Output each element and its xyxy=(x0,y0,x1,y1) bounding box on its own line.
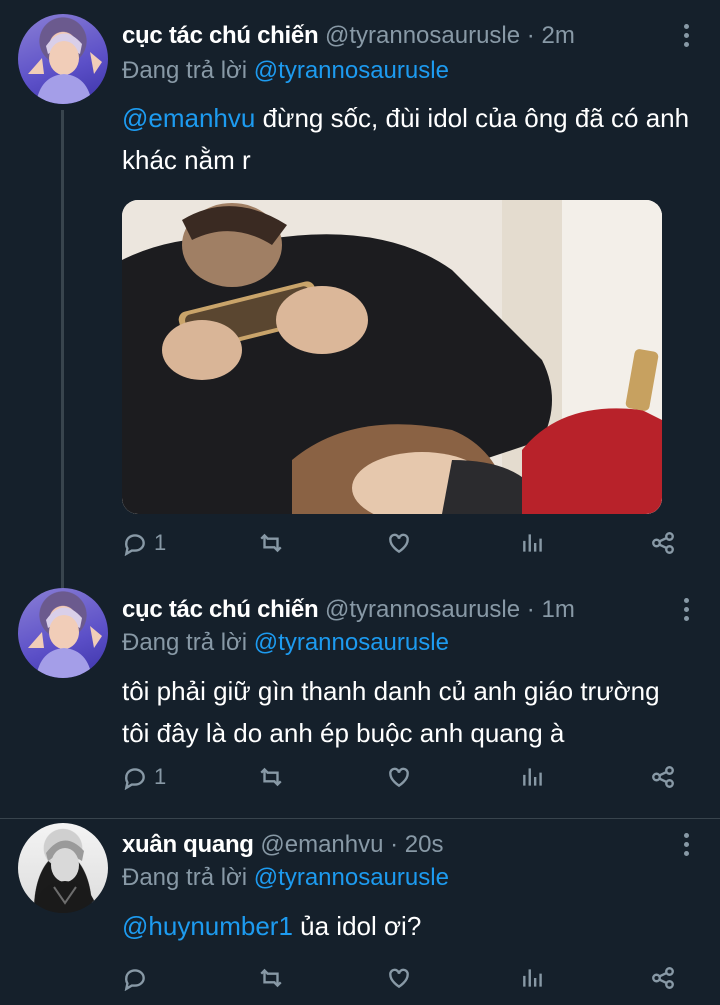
separator-dot: · xyxy=(526,22,535,49)
reply-button[interactable]: 1 xyxy=(122,764,166,790)
analytics-icon xyxy=(523,969,542,987)
retweet-button[interactable] xyxy=(258,764,284,790)
timestamp[interactable]: 2m xyxy=(541,22,574,49)
reply-button[interactable] xyxy=(122,965,148,991)
reply-icon xyxy=(124,768,145,790)
reply-prefix: Đang trả lời xyxy=(122,629,248,656)
retweet-icon xyxy=(260,968,282,988)
tweet-1[interactable]: cục tác chú chiến @tyrannosaurusle · 2m … xyxy=(0,0,720,588)
more-options-icon[interactable] xyxy=(684,598,690,625)
tweet-3[interactable]: xuân quang @emanhvu · 20s Đang trả lời @… xyxy=(0,823,720,1005)
separator-dot: · xyxy=(390,831,399,858)
like-button[interactable] xyxy=(386,965,412,991)
analytics-button[interactable] xyxy=(520,965,546,991)
replying-to: Đang trả lời @tyrannosaurusle xyxy=(122,629,449,657)
mention-link[interactable]: @emanhvu xyxy=(122,103,255,133)
like-button[interactable] xyxy=(386,764,412,790)
share-icon xyxy=(652,766,674,788)
tweet-2[interactable]: cục tác chú chiến @tyrannosaurusle · 1m … xyxy=(0,588,720,820)
user-avatar[interactable] xyxy=(18,14,108,104)
tweet-header: cục tác chú chiến @tyrannosaurusle · 2m xyxy=(122,22,575,50)
tweet-actions: 1 xyxy=(122,764,682,794)
tweet-text: @huynumber1 ủa idol ơi? xyxy=(122,905,692,947)
replying-to: Đang trả lời @tyrannosaurusle xyxy=(122,864,449,892)
avatar-bw-icon xyxy=(32,840,98,913)
user-handle[interactable]: @tyrannosaurusle xyxy=(325,596,520,623)
tweet-body-text: ủa idol ơi? xyxy=(292,911,422,941)
user-handle[interactable]: @emanhvu xyxy=(260,831,383,858)
photo-image xyxy=(122,200,662,514)
tweet-photo[interactable] xyxy=(122,200,662,514)
analytics-button[interactable] xyxy=(520,530,546,556)
tweet-divider xyxy=(0,818,720,819)
reply-button[interactable]: 1 xyxy=(122,530,166,556)
share-button[interactable] xyxy=(650,530,676,556)
heart-icon xyxy=(389,533,409,554)
more-options-icon[interactable] xyxy=(684,24,690,51)
analytics-icon xyxy=(523,768,542,786)
avatar-purple-icon xyxy=(28,33,102,104)
share-icon xyxy=(652,532,674,554)
separator-dot: · xyxy=(526,596,535,623)
share-button[interactable] xyxy=(650,764,676,790)
share-button[interactable] xyxy=(650,965,676,991)
analytics-icon xyxy=(523,534,542,552)
share-icon xyxy=(652,967,674,989)
tweet-actions xyxy=(122,965,682,995)
like-button[interactable] xyxy=(386,530,412,556)
display-name[interactable]: cục tác chú chiến xyxy=(122,22,319,49)
analytics-button[interactable] xyxy=(520,764,546,790)
heart-icon xyxy=(389,767,409,788)
reply-icon xyxy=(124,534,145,556)
reply-prefix: Đang trả lời xyxy=(122,57,248,84)
reply-to-link[interactable]: @tyrannosaurusle xyxy=(254,629,449,656)
reply-icon xyxy=(124,969,145,991)
reply-count: 1 xyxy=(154,530,167,555)
avatar-purple-icon xyxy=(28,607,102,678)
tweet-body-text: tôi phải giữ gìn thanh danh củ anh giáo … xyxy=(122,676,660,748)
more-options-icon[interactable] xyxy=(684,833,690,860)
replying-to: Đang trả lời @tyrannosaurusle xyxy=(122,57,449,85)
retweet-button[interactable] xyxy=(258,530,284,556)
retweet-icon xyxy=(260,533,282,553)
reply-to-link[interactable]: @tyrannosaurusle xyxy=(254,57,449,84)
tweet-header: cục tác chú chiến @tyrannosaurusle · 1m xyxy=(122,596,575,624)
user-handle[interactable]: @tyrannosaurusle xyxy=(325,22,520,49)
tweet-text: @emanhvu đừng sốc, đùi idol của ông đã c… xyxy=(122,97,692,181)
reply-count: 1 xyxy=(154,764,167,789)
tweet-actions: 1 xyxy=(122,530,682,560)
reply-to-link[interactable]: @tyrannosaurusle xyxy=(254,864,449,891)
reply-prefix: Đang trả lời xyxy=(122,864,248,891)
retweet-icon xyxy=(260,767,282,787)
timestamp[interactable]: 20s xyxy=(405,831,444,858)
display-name[interactable]: xuân quang xyxy=(122,831,254,858)
tweet-text: tôi phải giữ gìn thanh danh củ anh giáo … xyxy=(122,670,692,754)
retweet-button[interactable] xyxy=(258,965,284,991)
mention-link[interactable]: @huynumber1 xyxy=(122,911,293,941)
user-avatar[interactable] xyxy=(18,588,108,678)
user-avatar[interactable] xyxy=(18,823,108,913)
timestamp[interactable]: 1m xyxy=(541,596,574,623)
tweet-header: xuân quang @emanhvu · 20s xyxy=(122,831,444,859)
display-name[interactable]: cục tác chú chiến xyxy=(122,596,319,623)
heart-icon xyxy=(389,968,409,989)
